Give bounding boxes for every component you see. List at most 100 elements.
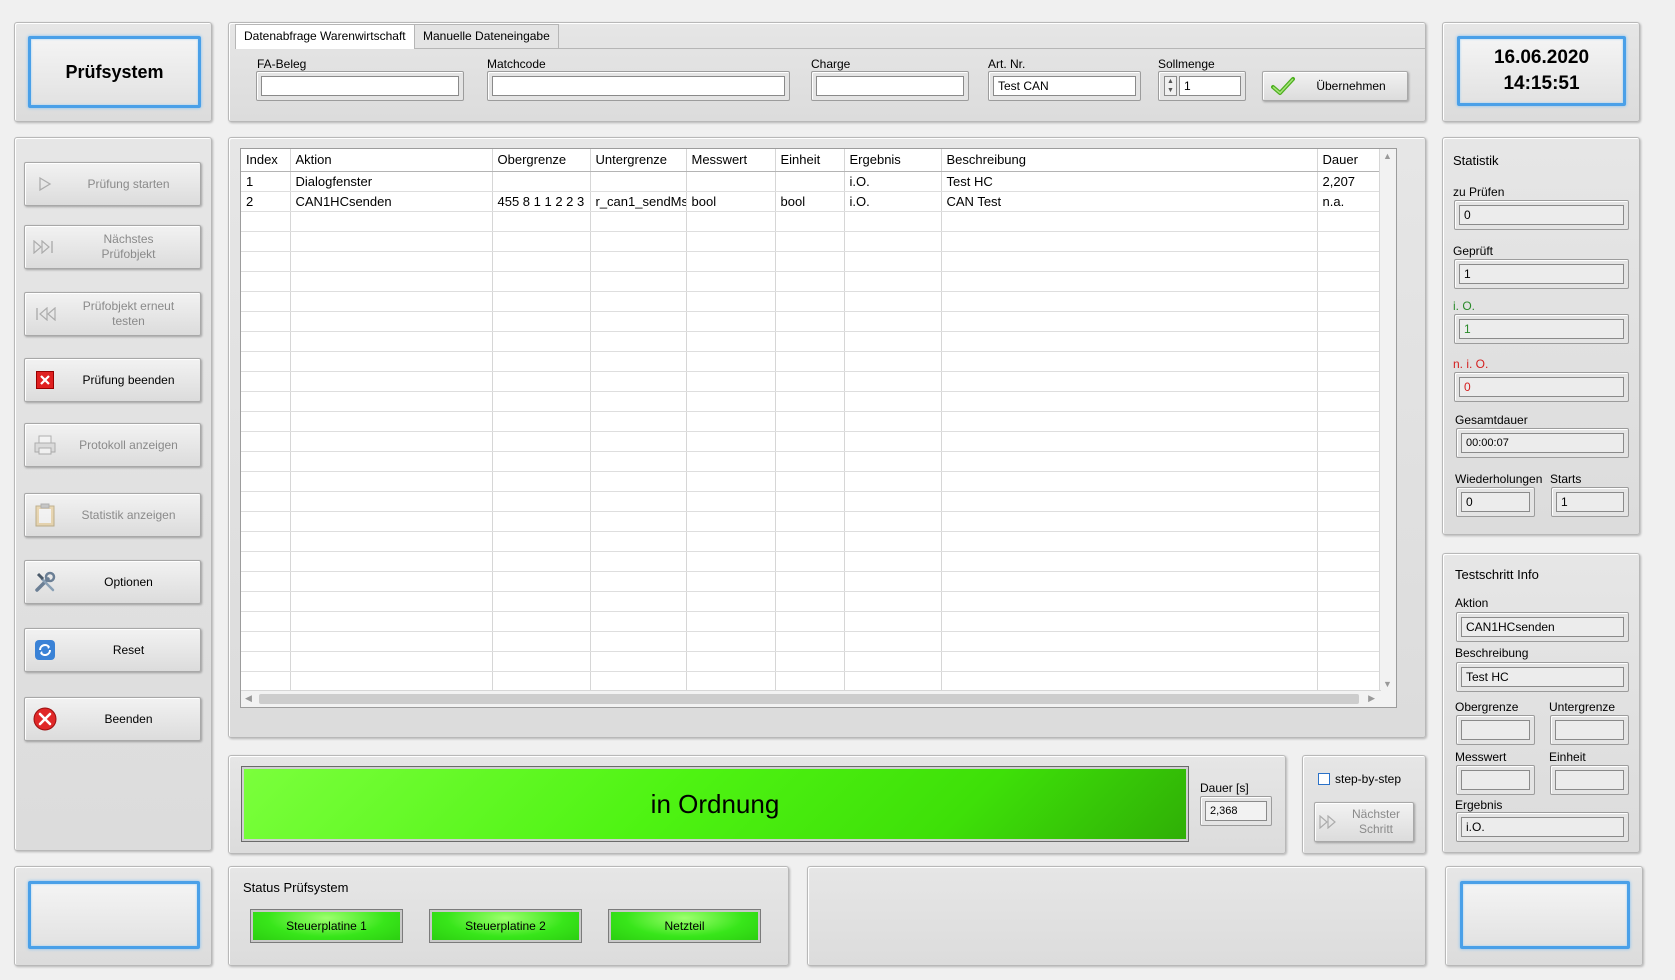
col-header[interactable]: Untergrenze [590, 149, 687, 172]
table-row-empty[interactable] [241, 411, 1396, 432]
scroll-down-icon[interactable]: ▼ [1383, 679, 1392, 689]
table-row-empty[interactable] [241, 611, 1396, 632]
table-row-empty[interactable] [241, 451, 1396, 472]
table-cell [775, 431, 845, 452]
col-header[interactable]: Messwert [686, 149, 776, 172]
reset-button[interactable]: Reset [24, 628, 201, 672]
table-cell [844, 451, 942, 472]
table-cell [686, 211, 776, 232]
table-row-empty[interactable] [241, 591, 1396, 612]
table-row-empty[interactable] [241, 651, 1396, 672]
scroll-up-icon[interactable]: ▲ [1383, 151, 1392, 161]
col-header[interactable]: Ergebnis [844, 149, 942, 172]
table-row-empty[interactable] [241, 351, 1396, 372]
matchcode-field[interactable] [487, 71, 790, 101]
artnr-field[interactable]: Test CAN [988, 71, 1141, 101]
show-protocol-button[interactable]: Protokoll anzeigen [24, 423, 201, 467]
table-cell [590, 211, 687, 232]
table-row-empty[interactable] [241, 631, 1396, 652]
fa-beleg-field[interactable] [256, 71, 464, 101]
table-row-empty[interactable] [241, 371, 1396, 392]
table-row-empty[interactable] [241, 511, 1396, 532]
checkmark-icon [1263, 76, 1303, 96]
table-row[interactable]: 2 CAN1HCsenden 455 8 1 1 2 2 3 r_can1_se… [241, 191, 1396, 212]
col-header[interactable]: Obergrenze [492, 149, 591, 172]
table-cell: r_can1_sendMs [590, 191, 687, 212]
fa-beleg-input[interactable] [261, 76, 459, 96]
step-by-step-label: step-by-step [1335, 772, 1402, 786]
table-row-empty[interactable] [241, 671, 1396, 692]
horizontal-scrollbar[interactable]: ◀ ▶ [241, 690, 1381, 707]
charge-field[interactable] [811, 71, 969, 101]
options-button[interactable]: Optionen [24, 560, 201, 604]
table-row[interactable]: 1 Dialogfenster i.O. Test HC 2,207 [241, 171, 1396, 192]
table-cell [686, 531, 776, 552]
col-header[interactable]: Beschreibung [941, 149, 1318, 172]
col-header[interactable]: Aktion [290, 149, 493, 172]
table-row-empty[interactable] [241, 251, 1396, 272]
table-cell [844, 491, 942, 512]
next-step-button[interactable]: Nächster Schritt [1314, 802, 1414, 842]
artnr-label: Art. Nr. [988, 57, 1026, 71]
sollmenge-spinner[interactable]: ▲ ▼ [1164, 76, 1177, 96]
ts-aktion-field: CAN1HCsenden [1456, 612, 1629, 642]
quit-button[interactable]: Beenden [24, 697, 201, 741]
table-row-empty[interactable] [241, 471, 1396, 492]
table-cell [844, 411, 942, 432]
tools-icon [25, 571, 65, 593]
artnr-input[interactable]: Test CAN [993, 76, 1136, 96]
table-cell [492, 431, 591, 452]
table-cell [686, 471, 776, 492]
table-cell [241, 431, 291, 452]
io-value: 1 [1459, 319, 1624, 339]
table-row-empty[interactable] [241, 291, 1396, 312]
table-row-empty[interactable] [241, 231, 1396, 252]
app-title: Prüfsystem [65, 61, 164, 82]
scroll-right-icon[interactable]: ▶ [1368, 693, 1375, 704]
table-row-empty[interactable] [241, 391, 1396, 412]
table-cell [492, 471, 591, 492]
red-x-icon [25, 371, 65, 389]
table-row-empty[interactable] [241, 311, 1396, 332]
scroll-left-icon[interactable]: ◀ [245, 693, 252, 704]
next-object-button[interactable]: Nächstes Prüfobjekt [24, 225, 201, 269]
table-row-empty[interactable] [241, 491, 1396, 512]
wiederholungen-label: Wiederholungen [1455, 472, 1543, 486]
test-steps-table[interactable]: Index Aktion Obergrenze Untergrenze Mess… [240, 148, 1397, 708]
col-header[interactable]: Einheit [775, 149, 845, 172]
tab-manuelle-eingabe[interactable]: Manuelle Dateneingabe [414, 24, 559, 48]
table-cell [775, 351, 845, 372]
table-cell [844, 531, 942, 552]
table-cell [775, 251, 845, 272]
col-header[interactable]: Index [241, 149, 291, 172]
table-row-empty[interactable] [241, 211, 1396, 232]
uebernehmen-button[interactable]: Übernehmen [1262, 71, 1408, 101]
vertical-scrollbar[interactable]: ▲ ▼ [1379, 149, 1396, 707]
start-test-button[interactable]: Prüfung starten [24, 162, 201, 206]
charge-input[interactable] [816, 76, 964, 96]
end-test-button[interactable]: Prüfung beenden [24, 358, 201, 402]
table-cell [590, 511, 687, 532]
table-row-empty[interactable] [241, 531, 1396, 552]
table-cell [290, 371, 493, 392]
table-row-empty[interactable] [241, 271, 1396, 292]
table-cell [686, 271, 776, 292]
table-row-empty[interactable] [241, 571, 1396, 592]
table-row-empty[interactable] [241, 431, 1396, 452]
horizontal-scroll-thumb[interactable] [259, 694, 1359, 704]
table-row-empty[interactable] [241, 551, 1396, 572]
matchcode-input[interactable] [492, 76, 785, 96]
table-cell [590, 331, 687, 352]
table-cell [492, 231, 591, 252]
sollmenge-field[interactable]: ▲ ▼ 1 [1158, 71, 1246, 101]
show-statistics-button[interactable]: Statistik anzeigen [24, 493, 201, 537]
table-cell [844, 271, 942, 292]
retest-object-button[interactable]: Prüfobjekt erneut testen [24, 292, 201, 336]
table-cell [241, 631, 291, 652]
step-by-step-checkbox[interactable] [1318, 773, 1330, 785]
tab-datenabfrage-label: Datenabfrage Warenwirtschaft [244, 29, 406, 43]
tab-datenabfrage[interactable]: Datenabfrage Warenwirtschaft [235, 24, 415, 49]
table-row-empty[interactable] [241, 331, 1396, 352]
sollmenge-input[interactable]: 1 [1179, 76, 1241, 96]
table-cell [941, 591, 1318, 612]
